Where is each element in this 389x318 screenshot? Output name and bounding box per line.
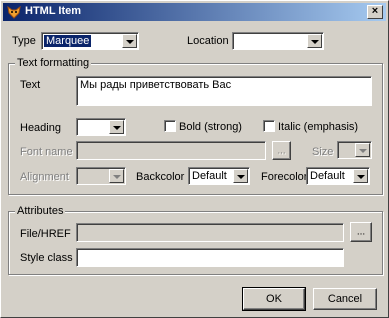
font-browse-button: ... [272, 141, 291, 160]
type-select[interactable]: Marquee [41, 32, 139, 50]
font-name-input [76, 141, 266, 160]
close-icon: × [371, 5, 379, 17]
ok-button-label: OK [266, 293, 282, 305]
cancel-button-label: Cancel [327, 293, 363, 305]
text-value: Мы рады приветствовать Вас [80, 79, 232, 91]
alignment-label: Alignment [20, 171, 69, 183]
backcolor-label: Backcolor [136, 171, 185, 183]
backcolor-select[interactable]: Default [188, 167, 250, 185]
heading-select[interactable] [76, 118, 126, 136]
text-formatting-legend: Text formatting [15, 57, 92, 69]
attributes-legend: Attributes [15, 205, 66, 217]
heading-label: Heading [20, 122, 61, 134]
chevron-down-icon[interactable] [307, 34, 322, 48]
close-button[interactable]: × [367, 5, 383, 19]
forecolor-label: Forecolor [261, 171, 308, 183]
window-title: HTML Item [25, 5, 82, 17]
fox-icon [7, 5, 21, 19]
dialog-window: HTML Item × Type Marquee Location Text f… [0, 0, 389, 318]
title-bar[interactable]: HTML Item × [3, 3, 386, 21]
forecolor-value: Default [310, 170, 345, 182]
alignment-select [76, 167, 126, 185]
forecolor-select[interactable]: Default [306, 167, 370, 185]
file-href-input[interactable] [76, 223, 344, 242]
chevron-down-icon [109, 169, 124, 183]
type-label: Type [12, 35, 36, 47]
style-class-label: Style class [20, 252, 73, 264]
chevron-down-icon[interactable] [353, 169, 368, 183]
cancel-button[interactable]: Cancel [313, 288, 377, 310]
chevron-down-icon[interactable] [109, 120, 124, 134]
chevron-down-icon [355, 143, 370, 157]
text-input[interactable]: Мы рады приветствовать Вас [76, 76, 372, 106]
bold-checkbox[interactable] [164, 120, 176, 132]
location-label: Location [187, 35, 229, 47]
backcolor-value: Default [192, 170, 227, 182]
file-href-label: File/HREF [20, 228, 71, 240]
chevron-down-icon[interactable] [122, 34, 137, 48]
italic-label[interactable]: Italic (emphasis) [278, 121, 358, 133]
size-label: Size [312, 146, 334, 158]
size-select [337, 141, 372, 159]
file-browse-button[interactable]: ... [350, 222, 372, 242]
text-label: Text [20, 79, 41, 91]
bold-label[interactable]: Bold (strong) [179, 121, 242, 133]
style-class-input[interactable] [76, 248, 344, 267]
location-select[interactable] [232, 32, 324, 50]
chevron-down-icon[interactable] [233, 169, 248, 183]
ok-button[interactable]: OK [242, 287, 306, 311]
italic-checkbox[interactable] [263, 120, 275, 132]
font-name-label: Font name [20, 146, 73, 158]
type-value: Marquee [44, 35, 92, 47]
